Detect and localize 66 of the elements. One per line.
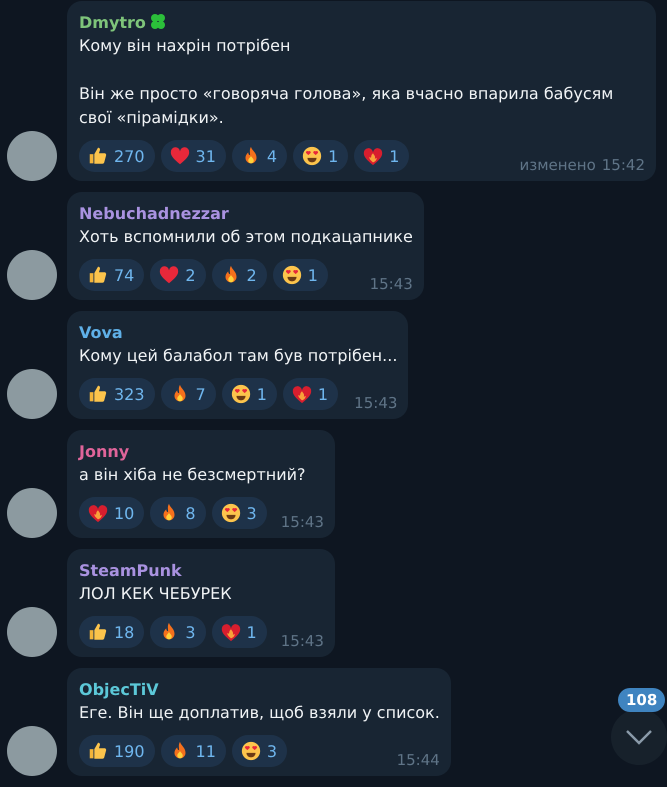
heart-icon: [158, 264, 180, 286]
flaming-heart-icon: [362, 145, 384, 167]
reaction-button[interactable]: 8: [150, 497, 206, 529]
avatar[interactable]: [7, 726, 57, 776]
unread-count-badge: 108: [618, 688, 666, 712]
reaction-button[interactable]: 3: [212, 497, 267, 529]
reaction-button[interactable]: 1: [293, 140, 348, 172]
reaction-button[interactable]: 2: [212, 259, 267, 291]
author-name[interactable]: Dmytro: [79, 12, 146, 32]
message-time: 15:43: [354, 394, 398, 412]
reaction-button[interactable]: 270: [79, 140, 155, 172]
message-time: 15:43: [280, 632, 324, 650]
flaming-heart-icon: [220, 621, 242, 643]
reaction-button[interactable]: 3: [232, 735, 288, 767]
message-text: Хоть вспомнили об этом подкацапнике: [79, 226, 413, 248]
heart-eyes-face-icon: [230, 383, 252, 405]
avatar[interactable]: [7, 250, 57, 300]
reaction-button[interactable]: 3: [150, 616, 206, 648]
reaction-button[interactable]: 18: [79, 616, 144, 648]
reaction-button[interactable]: 10: [79, 497, 144, 529]
message-time: 15:43: [370, 275, 413, 293]
reaction-button[interactable]: 74: [79, 259, 144, 291]
reaction-button[interactable]: 7: [160, 378, 216, 410]
edited-label: изменено: [519, 156, 596, 174]
reaction-button[interactable]: 190: [79, 735, 155, 767]
reaction-button[interactable]: 1: [272, 259, 328, 291]
avatar[interactable]: [7, 369, 57, 419]
flaming-heart-icon: [87, 502, 109, 524]
avatar[interactable]: [7, 131, 57, 181]
avatar[interactable]: [7, 607, 57, 657]
reaction-button[interactable]: 11: [160, 735, 226, 767]
thumbs-up-icon: [87, 621, 109, 643]
author-name[interactable]: SteamPunk: [79, 560, 182, 580]
thumbs-up-icon: [87, 264, 109, 286]
flaming-heart-icon: [290, 383, 313, 405]
reaction-button[interactable]: 1: [282, 378, 338, 410]
reaction-button[interactable]: 1: [212, 616, 267, 648]
reaction-button[interactable]: 1: [354, 140, 410, 172]
message-text: Кому він нахрін потрібен: [79, 35, 292, 57]
reaction-button[interactable]: 4: [232, 140, 288, 172]
author-name[interactable]: Nebuchadnezzar: [79, 204, 229, 222]
reaction-button[interactable]: 31: [160, 140, 226, 172]
message-time: 15:43: [280, 513, 324, 531]
heart-icon: [168, 145, 191, 167]
thumbs-up-icon: [87, 740, 109, 762]
author-name[interactable]: Jonny: [79, 442, 130, 460]
thumbs-up-icon: [87, 383, 109, 405]
reaction-button[interactable]: 2: [150, 259, 206, 291]
thumbs-up-icon: [87, 145, 109, 167]
message-text: ЛОЛ КЕК ЧЕБУРЕК: [79, 583, 233, 605]
message-text: Кому цей балабол там був потрібен...: [79, 345, 398, 367]
reaction-button[interactable]: 323: [79, 378, 155, 410]
message-text: а він хіба не безсмертний?: [79, 464, 307, 486]
reaction-button[interactable]: 1: [222, 378, 277, 410]
heart-eyes-face-icon: [240, 740, 262, 762]
message-time: 15:44: [396, 751, 440, 769]
heart-eyes-face-icon: [280, 264, 303, 286]
message-text: Еге. Він ще доплатив, щоб взяли у список.: [79, 702, 440, 724]
message-text: Він же просто «говоряча голова», яка вчасно впарила бабусям свої «пірамідки».: [79, 83, 614, 129]
heart-eyes-face-icon: [220, 502, 242, 524]
author-name[interactable]: Vova: [79, 322, 123, 342]
chevron-down-icon: [624, 727, 654, 747]
heart-eyes-face-icon: [301, 145, 324, 167]
message-time: 15:42: [602, 156, 645, 174]
avatar[interactable]: [7, 488, 57, 538]
author-name[interactable]: ObjecTiV: [79, 680, 159, 698]
